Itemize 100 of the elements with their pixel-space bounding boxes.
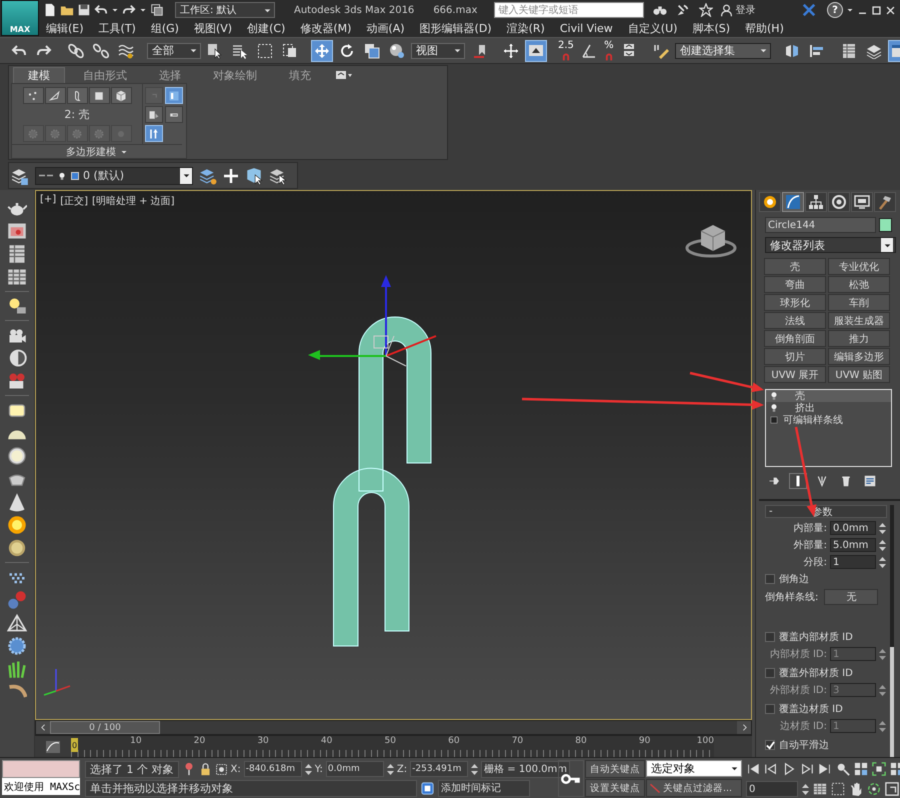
viewport-label[interactable]: [正交] (60, 194, 88, 208)
modifier-button[interactable]: 编辑多边形 (828, 348, 890, 365)
menu-item[interactable]: 编辑(E) (46, 21, 84, 36)
snap-toggle-button[interactable]: % (602, 40, 615, 62)
menu-item[interactable]: 自定义(U) (628, 21, 678, 36)
menu-item[interactable]: Civil View (560, 22, 613, 35)
menu-item[interactable]: 视图(V) (194, 21, 232, 36)
field-label: 倒角样条线: (765, 590, 818, 604)
modifier-button[interactable]: 服装生成器 (828, 312, 890, 329)
menu-item[interactable]: 帮助(H) (745, 21, 784, 36)
coordinate-field[interactable]: -253.491m (410, 761, 468, 777)
time-slider-thumb[interactable]: 0 / 100 (50, 721, 160, 734)
modifier-button[interactable]: 推力 (828, 330, 890, 347)
sign-in-button[interactable]: 登录 (720, 3, 756, 17)
modifier-button[interactable]: 弯曲 (764, 276, 826, 293)
coordinate-label: Z: (396, 764, 408, 774)
panel-title[interactable]: 多边形建模 (66, 144, 116, 158)
checkbox-label: 覆盖边材质 ID (779, 702, 843, 716)
tick-label: 80 (574, 736, 587, 747)
dropdown[interactable]: 创建选择集 (674, 42, 771, 58)
viewport-label[interactable]: [明暗处理 + 边面] (92, 194, 175, 208)
object-name-field[interactable]: Circle144 (765, 217, 876, 233)
ribbon-tab[interactable]: 自由形式 (69, 67, 141, 83)
set-key-mode-button[interactable]: 设置关键点 (585, 779, 645, 797)
time-tag-field[interactable]: 添加时间标记 (438, 780, 530, 796)
search-field[interactable]: 键入关键字或短语 (494, 2, 644, 18)
tick-label: 0 (71, 738, 78, 752)
coordinate-label: Y: (314, 764, 323, 774)
checkbox-label: 覆盖内部材质 ID (779, 630, 853, 644)
pick-button[interactable]: 无 (824, 589, 878, 605)
subobject-level-label: 2: 壳 (64, 107, 90, 122)
ribbon-tab[interactable]: 填充 (275, 67, 325, 83)
menu-item[interactable]: 修改器(M) (300, 21, 352, 36)
ribbon-tab[interactable]: 建模 (13, 67, 65, 83)
modifier-button[interactable]: 松弛 (828, 276, 890, 293)
coordinate-field[interactable]: 0.0mm (326, 761, 384, 777)
auto-key-button[interactable]: 自动关键点 (585, 760, 645, 778)
key-mode-dropdown[interactable]: 选定对象 (646, 760, 742, 777)
field-label: 内部量: (794, 522, 827, 535)
modifier-button[interactable]: 壳 (764, 258, 826, 275)
menu-item[interactable]: 工具(T) (98, 21, 136, 36)
app-title: Autodesk 3ds Max 2016 (294, 4, 414, 16)
ribbon-tab[interactable]: 对象绘制 (199, 67, 271, 83)
modifier-button[interactable]: 车削 (828, 294, 890, 311)
field-label: 内部材质 ID: (770, 648, 827, 661)
menu-item[interactable]: 组(G) (150, 21, 179, 36)
layer-dropdown[interactable]: 0 (默认) (35, 166, 193, 184)
menu-item[interactable]: 创建(C) (247, 21, 286, 36)
selection-info: 选择了 1 个 对象 (85, 760, 178, 778)
modifier-list-dropdown[interactable]: 修改器列表 (765, 237, 896, 253)
stack-item[interactable]: 壳 (766, 390, 891, 402)
tick-label: 30 (256, 736, 269, 747)
tick-label: 60 (447, 736, 460, 747)
prompt-text: 单击并拖动以选择并移动对象 (85, 780, 417, 796)
application-menu-button[interactable]: MAX (1, 0, 39, 36)
checkbox-label: 自动平滑边 (779, 738, 829, 752)
stack-item[interactable]: 可编辑样条线 (766, 414, 891, 426)
script-output-field[interactable]: 欢迎使用 MAXSc (2, 778, 80, 795)
field-label: 外部材质 ID: (770, 684, 827, 697)
track-bar[interactable]: 0 10 20 30 40 50 60 70 80 90 100 (71, 736, 714, 757)
viewport-label[interactable]: [+] (40, 194, 56, 208)
tick-label: 50 (384, 736, 396, 747)
tick-label: 40 (320, 736, 332, 747)
workspace-dropdown[interactable]: 工作区: 默认 (175, 2, 275, 18)
modifier-button[interactable]: 倒角剖面 (764, 330, 826, 347)
number-field[interactable]: 5.0mm (830, 538, 876, 552)
field-label: 外部量: (794, 538, 827, 552)
file-name: 666.max (433, 4, 478, 16)
menu-item[interactable]: 渲染(R) (506, 21, 545, 36)
menu-item[interactable]: 脚本(S) (692, 21, 730, 36)
tick-label: 10 (129, 736, 142, 747)
coordinate-label: X: (230, 764, 241, 774)
ribbon-tab[interactable]: 选择 (145, 67, 195, 83)
modifier-button[interactable]: UVW 贴图 (828, 366, 890, 383)
collapse-toggle[interactable]: - (769, 506, 773, 517)
modifier-button[interactable]: 切片 (764, 348, 826, 365)
modifier-button[interactable]: 法线 (764, 312, 826, 329)
tick-label: 20 (192, 736, 206, 747)
tick-label: 70 (510, 736, 524, 747)
modifier-button[interactable]: 球形化 (764, 294, 826, 311)
snap-toggle-button[interactable]: 2.5 (557, 40, 575, 62)
dropdown[interactable]: 视图 (411, 42, 465, 58)
field-label: 分段: (804, 556, 827, 569)
number-field[interactable]: 1 (830, 555, 876, 569)
menu-item[interactable]: 动画(A) (366, 21, 405, 36)
stack-item[interactable]: 挤出 (766, 402, 891, 414)
frame-field[interactable]: 0 (746, 781, 798, 797)
dropdown[interactable]: 全部 (147, 42, 201, 58)
modifier-button[interactable]: 专业优化 (828, 258, 890, 275)
number-field[interactable]: 0.0mm (830, 521, 876, 535)
key-filters-button[interactable]: 关键点过滤器... (646, 779, 742, 797)
viewport[interactable]: [+] [正交] [明暗处理 + 边面] (35, 190, 752, 720)
checkbox-label: 倒角边 (779, 572, 809, 586)
menu-item[interactable]: 图形编辑器(D) (420, 21, 492, 36)
tick-label: 90 (638, 736, 650, 747)
tick-label: 100 (696, 736, 714, 747)
modifier-button[interactable]: UVW 展开 (764, 366, 826, 383)
coordinate-field[interactable]: -840.618m (244, 761, 302, 777)
help-button[interactable]: ? (827, 2, 843, 18)
checkbox-label: 覆盖外部材质 ID (779, 666, 853, 680)
